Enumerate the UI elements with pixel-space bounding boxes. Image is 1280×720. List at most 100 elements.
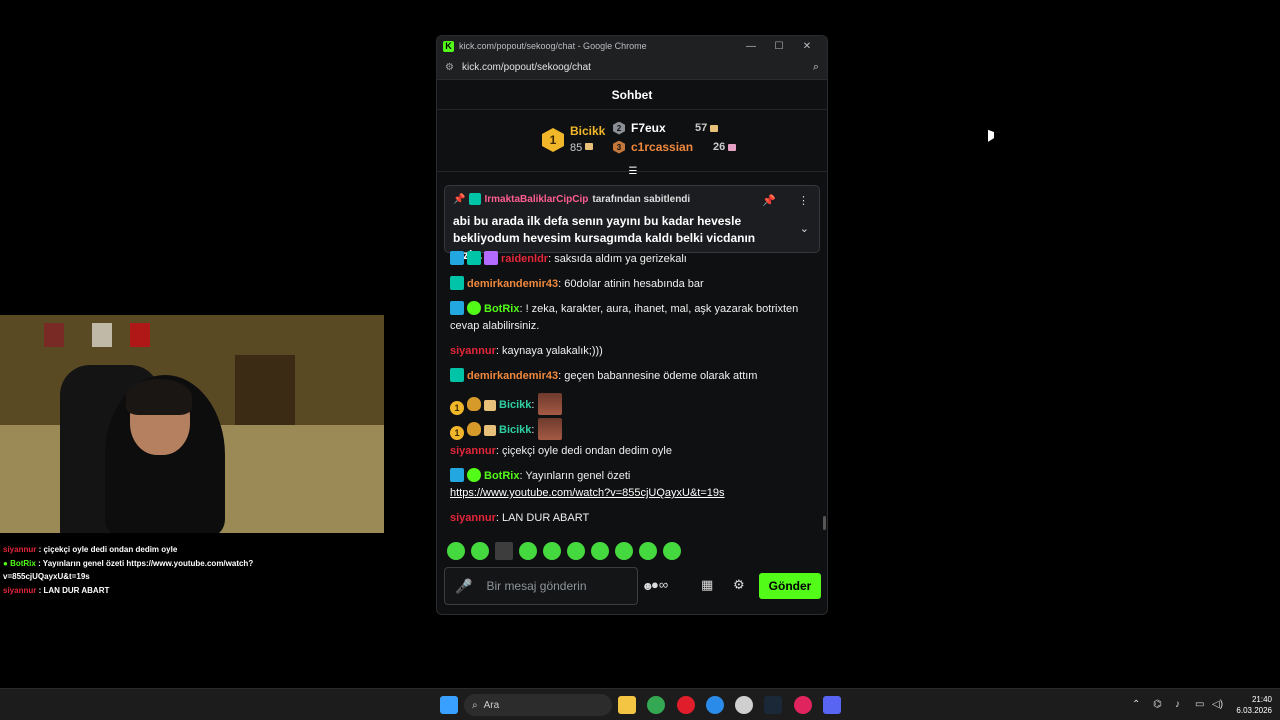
overlay-username: BotRix <box>10 558 36 568</box>
chat-username[interactable]: siyannur <box>450 345 496 357</box>
pin-icon: 📌 <box>453 193 466 205</box>
emote-icon[interactable] <box>519 542 537 560</box>
chat-text: : Yayınların genel özeti <box>519 470 631 482</box>
chat-message[interactable]: demirkandemir43: 60dolar atinin hesabınd… <box>450 276 820 293</box>
og-badge-icon <box>469 193 482 205</box>
close-icon[interactable]: ✕ <box>793 41 821 52</box>
emote-icon[interactable] <box>591 542 609 560</box>
chat-text: : LAN DUR ABART <box>495 512 590 524</box>
store-icon[interactable]: ▦ <box>701 577 713 593</box>
emote-icon[interactable] <box>495 542 513 560</box>
expand-chevron-icon[interactable]: ⌄ <box>800 222 809 235</box>
url-text[interactable]: kick.com/popout/sekoog/chat <box>462 62 813 73</box>
quick-emote-bar <box>447 542 681 560</box>
emote-icon[interactable] <box>663 542 681 560</box>
pinned-message[interactable]: 📌 IrmaktaBaliklarCipCip tarafından sabit… <box>444 185 820 262</box>
mic-tray-icon[interactable]: ♪ <box>1175 699 1180 710</box>
chat-username[interactable]: Bicikk <box>499 424 531 436</box>
taskbar-clock[interactable]: 21:40 6.03.2026 <box>1232 694 1272 716</box>
opera-icon[interactable] <box>677 696 695 714</box>
emote-icon[interactable] <box>639 542 657 560</box>
send-button[interactable]: Gönder <box>759 573 821 599</box>
site-info-icon[interactable]: ⚙ <box>445 62 454 73</box>
chat-message[interactable]: siyannur: LAN DUR ABART <box>450 510 820 527</box>
webcam-poster <box>130 323 150 347</box>
message-input[interactable] <box>486 579 642 593</box>
leaderboard-first-name: Bicikk <box>570 124 606 138</box>
windows-taskbar: ⌕ Ara ⌃ ⌬ ♪ ▭ ◁) 21:40 6.03.2026 <box>0 688 1280 720</box>
chat-scrollbar[interactable] <box>823 516 826 530</box>
face-emote-icon <box>537 418 562 440</box>
start-menu-icon[interactable] <box>440 696 458 714</box>
tray-chevron-icon[interactable]: ⌃ <box>1132 699 1140 710</box>
chat-message[interactable]: 1 Bicikk: <box>450 393 820 415</box>
verified-badge-icon <box>467 468 481 482</box>
address-bar[interactable]: ⚙ kick.com/popout/sekoog/chat ⌕ <box>437 56 827 80</box>
minimize-icon[interactable]: — <box>737 41 765 52</box>
more-options-icon[interactable]: ⋮ <box>798 194 809 207</box>
microphone-icon[interactable]: 🎤 <box>455 578 472 595</box>
gold-rank-icon: 1 <box>542 128 564 152</box>
message-input-box[interactable]: 🎤 ☻ <box>444 567 654 605</box>
chat-username[interactable]: BotRix <box>484 303 519 315</box>
gold-rank-badge-icon: 1 <box>450 401 464 415</box>
app-icon[interactable] <box>735 696 753 714</box>
emote-icon[interactable] <box>471 542 489 560</box>
chat-username[interactable]: raidenldr <box>501 253 548 265</box>
chat-username[interactable]: demirkandemir43 <box>467 370 558 382</box>
chat-message[interactable]: demirkandemir43: geçen babannesine ödeme… <box>450 368 820 385</box>
chat-message[interactable]: siyannur: çiçekçi oyle dedi ondan dedim … <box>450 443 820 460</box>
settings-icon[interactable]: ⚙ <box>733 577 745 593</box>
emote-icon[interactable] <box>615 542 633 560</box>
webcam-shelf <box>235 355 295 425</box>
pinned-header: 📌 IrmaktaBaliklarCipCip tarafından sabit… <box>453 193 811 205</box>
chat-message[interactable]: siyannur: kaynaya yalakalık;))) <box>450 343 820 360</box>
discord-icon[interactable] <box>823 696 841 714</box>
medal-badge-icon <box>467 422 481 436</box>
display-icon[interactable]: ▭ <box>1195 699 1204 710</box>
gift-icon <box>585 143 594 151</box>
overlay-text: : LAN DUR ABART <box>36 585 110 595</box>
og-badge-icon <box>450 368 464 382</box>
chat-username[interactable]: demirkandemir43 <box>467 278 558 290</box>
chat-text: : geçen babannesine ödeme olarak attım <box>558 370 758 382</box>
file-explorer-icon[interactable] <box>618 696 636 714</box>
window-titlebar[interactable]: K kick.com/popout/sekoog/chat - Google C… <box>437 36 827 56</box>
chat-username[interactable]: Bicikk <box>499 399 531 411</box>
subscriber-badge-icon <box>484 251 498 265</box>
pinned-actions: 📌 ⋮ <box>762 194 809 207</box>
zoom-icon[interactable]: ⌕ <box>813 61 819 74</box>
leaderboard-third[interactable]: 3 c1rcassian 26 <box>613 140 737 154</box>
chat-text: : 60dolar atinin hesabında bar <box>558 278 704 290</box>
chat-username[interactable]: BotRix <box>484 470 519 482</box>
verified-badge-icon <box>467 301 481 315</box>
taskbar-search[interactable]: ⌕ Ara <box>464 694 612 716</box>
chrome-icon[interactable] <box>647 696 665 714</box>
network-icon[interactable]: ⌬ <box>1153 699 1162 710</box>
chat-message[interactable]: raidenldr: saksıda aldım ya gerizekalı <box>450 251 820 268</box>
steam-icon[interactable] <box>764 696 782 714</box>
kick-points-icon[interactable]: ●∞ <box>651 577 668 592</box>
chat-message[interactable]: 1 Bicikk: <box>450 418 820 440</box>
unpin-icon[interactable]: 📌 <box>762 194 776 207</box>
maximize-icon[interactable]: ☐ <box>765 41 793 52</box>
emote-icon[interactable] <box>567 542 585 560</box>
collapse-leaderboard-icon[interactable]: ☰ <box>627 166 639 177</box>
chat-message[interactable]: BotRix: ! zeka, karakter, aura, ihanet, … <box>450 301 820 335</box>
emote-icon[interactable] <box>543 542 561 560</box>
chat-username[interactable]: siyannur <box>450 512 496 524</box>
leaderboard-first-count: 85 <box>570 142 583 154</box>
overlay-chat: siyannur : çiçekçi oyle dedi ondan dedim… <box>3 543 263 597</box>
leaderboard-second-name: F7eux <box>631 121 666 135</box>
volume-icon[interactable]: ◁) <box>1212 699 1223 710</box>
chat-username[interactable]: siyannur <box>450 445 496 457</box>
leaderboard-first[interactable]: 1 Bicikk 85 <box>542 124 605 156</box>
chat-link[interactable]: https://www.youtube.com/watch?v=855cjUQa… <box>450 487 725 499</box>
overlay-line: siyannur : çiçekçi oyle dedi ondan dedim… <box>3 543 263 557</box>
pinned-by-user[interactable]: IrmaktaBaliklarCipCip <box>484 194 588 205</box>
chat-message[interactable]: BotRix: Yayınların genel özeti https://w… <box>450 468 820 502</box>
leaderboard-second[interactable]: 2 F7eux 57 <box>613 121 719 135</box>
emote-icon[interactable] <box>447 542 465 560</box>
media-player-icon[interactable] <box>794 696 812 714</box>
edge-icon[interactable] <box>706 696 724 714</box>
